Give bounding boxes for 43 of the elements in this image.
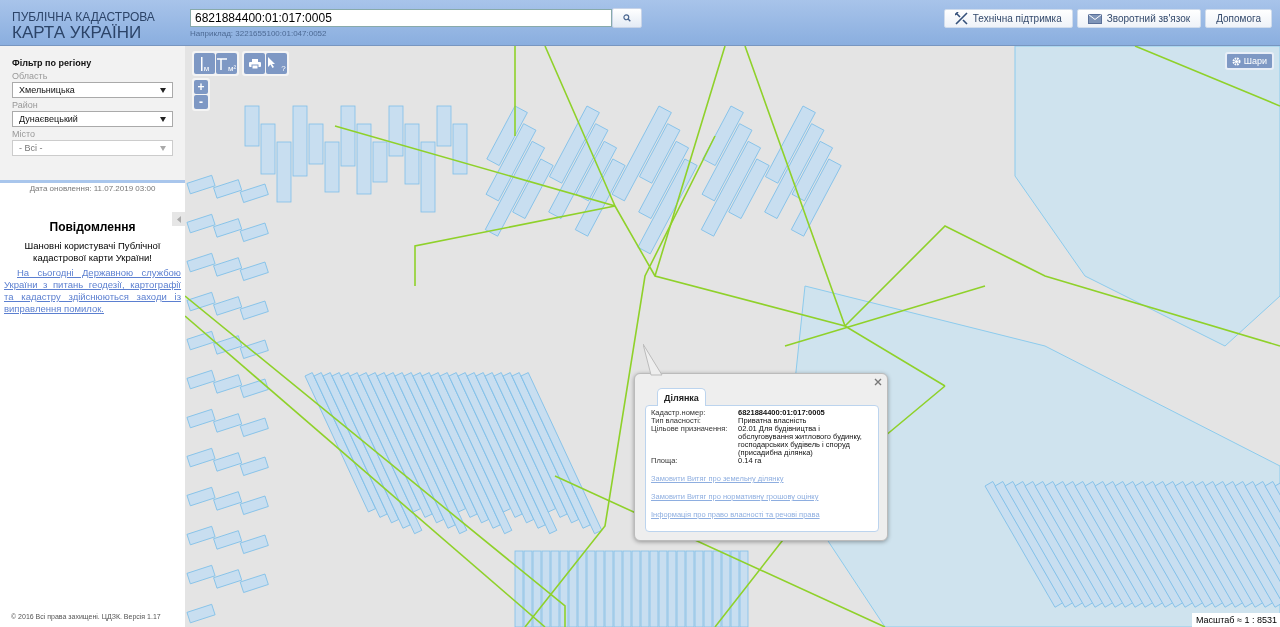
field-label: Місто <box>12 129 36 139</box>
notice-title: Повідомлення <box>48 220 137 234</box>
ruler-icon <box>216 57 227 70</box>
unit-label: м <box>203 65 210 73</box>
feedback-button[interactable]: Зворотний зв'язок <box>1076 9 1202 28</box>
identify-tool-button[interactable]: ? <box>266 53 287 74</box>
map-scale: Масштаб ≈ 1 : 8531 <box>1192 613 1280 627</box>
update-date: Дата оновлення: 11.07.2019 03:00 <box>28 184 157 193</box>
filter-title: Фільтр по регіону <box>12 58 92 68</box>
region-select: - Всі - <box>12 140 173 156</box>
distance-tool-button[interactable]: м <box>194 53 215 74</box>
popup-tab[interactable]: Ділянка <box>657 388 706 406</box>
help-button[interactable]: Допомога <box>1205 9 1272 28</box>
zoom-out-button[interactable]: - <box>194 95 208 109</box>
gear-icon <box>1231 56 1241 66</box>
search-field[interactable]: 6821884400:01:017:0005 <box>190 9 612 27</box>
layers-button[interactable]: Шари <box>1224 52 1274 70</box>
unit-label: ? <box>281 65 286 73</box>
tools-icon <box>954 12 968 25</box>
caret-icon <box>160 87 166 93</box>
printer-icon <box>248 58 261 69</box>
zoom-in-button[interactable]: + <box>194 80 208 94</box>
search-icon <box>623 12 631 24</box>
field-label: Область <box>12 71 48 81</box>
field-label: Район <box>12 100 38 110</box>
close-icon[interactable] <box>874 378 882 386</box>
unit-label: м² <box>227 65 237 73</box>
notice-greeting: Шановні користувачі Публічної кадастрової карти України! <box>23 240 162 264</box>
search-example: Наприклад: 3221655100:01:047:0052 <box>190 29 327 38</box>
region-select[interactable]: Дунаєвецький <box>12 111 173 127</box>
region-select[interactable]: Хмельницька <box>12 82 173 98</box>
caret-icon <box>160 145 166 151</box>
logo-title: КАРТА УКРАЇНИ <box>12 24 142 42</box>
logo-title: ПУБЛІЧНА КАДАСТРОВА <box>12 11 155 24</box>
ruler-icon <box>199 56 203 71</box>
triangle-left-icon <box>176 215 181 223</box>
caret-icon <box>160 116 166 122</box>
print-tool-button[interactable] <box>244 53 265 74</box>
area-tool-button[interactable]: м² <box>216 53 237 74</box>
envelope-icon <box>1087 13 1102 24</box>
search-button[interactable] <box>612 8 642 28</box>
notice-link[interactable]: На сьогодні Державною службою України з питань геодезії, картографії та кадастру здійснюються заходи із виправлення помилок. <box>4 267 181 315</box>
support-button[interactable]: Технічна підтримка <box>943 9 1073 28</box>
